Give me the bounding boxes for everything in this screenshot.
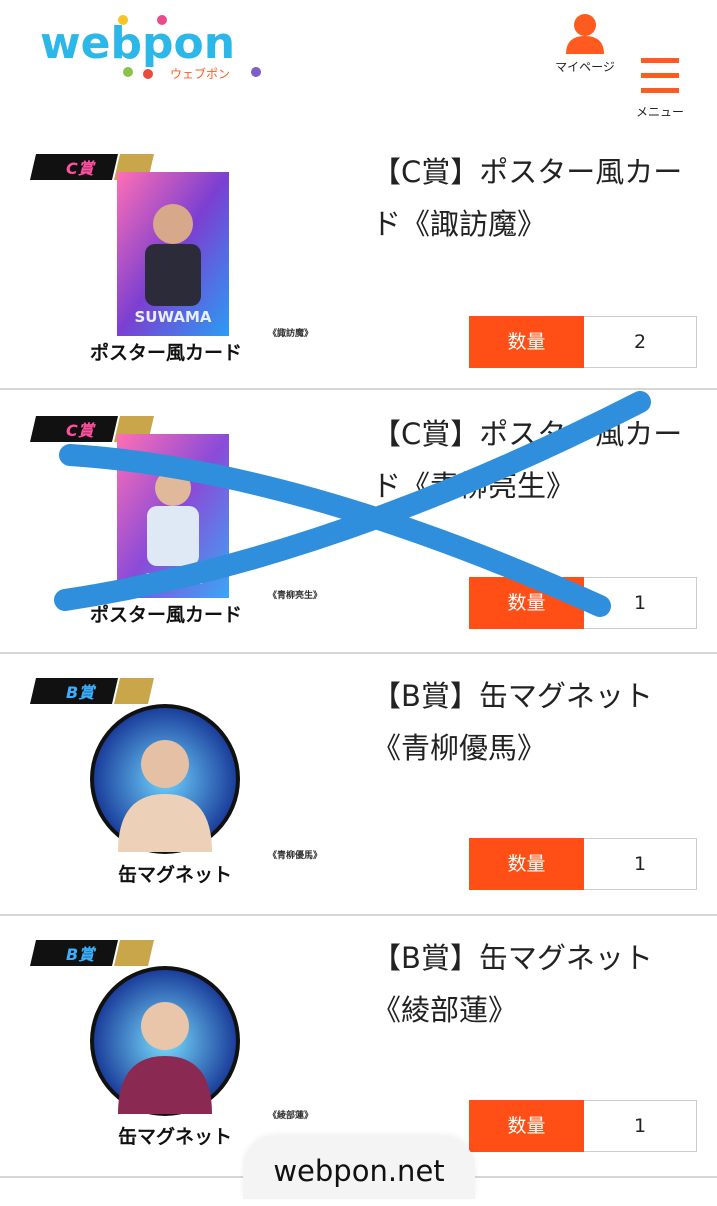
item-subcaption: 《綾部蓮》: [268, 1111, 314, 1121]
quantity-control: 数量 1: [469, 838, 698, 890]
item-subcaption: 《青柳優馬》: [268, 851, 323, 861]
hamburger-icon: [630, 58, 690, 93]
quantity-control: 数量 1: [469, 1100, 698, 1152]
quantity-label: 数量: [469, 838, 584, 890]
item-caption: 缶マグネット: [118, 1126, 233, 1148]
svg-text:SUWAMA: SUWAMA: [135, 308, 212, 326]
person-icon: [566, 14, 604, 54]
menu-label: メニュー: [635, 105, 684, 119]
item-title[interactable]: 【C賞】ポスター風カード《諏訪魔》: [372, 146, 702, 250]
quantity-input[interactable]: 1: [584, 1100, 697, 1152]
cart-item: C賞 SUWAMA ポスター風カード 《諏訪魔》 【C賞】ポスター風カード《諏訪…: [0, 126, 717, 390]
item-caption: ポスター風カード: [90, 604, 243, 626]
quantity-label: 数量: [469, 1100, 584, 1152]
browser-url-pill[interactable]: webpon.net: [243, 1136, 475, 1199]
item-caption: 缶マグネット: [118, 864, 233, 886]
mypage-label: マイページ: [555, 60, 615, 74]
site-header: webpon ウェブポン マイページ メニュー: [0, 0, 717, 140]
quantity-input[interactable]: 1: [584, 577, 697, 629]
item-subcaption: 《諏訪魔》: [268, 329, 314, 339]
item-title[interactable]: 【B賞】缶マグネット《綾部蓮》: [372, 932, 702, 1036]
svg-text:C賞: C賞: [66, 421, 97, 440]
svg-text:ATSUKI: ATSUKI: [143, 570, 204, 588]
quantity-input[interactable]: 2: [584, 316, 697, 368]
item-thumbnail: [90, 966, 240, 1116]
svg-text:B賞: B賞: [66, 945, 97, 964]
svg-text:ウェブポン: ウェブポン: [170, 66, 230, 81]
item-title[interactable]: 【B賞】缶マグネット《青柳優馬》: [372, 670, 702, 774]
quantity-control: 数量 1: [469, 577, 698, 629]
item-subcaption: 《青柳亮生》: [268, 591, 323, 601]
svg-text:B賞: B賞: [66, 683, 97, 702]
svg-text:C賞: C賞: [66, 159, 97, 178]
quantity-control: 数量 2: [469, 316, 698, 368]
svg-text:webpon: webpon: [40, 18, 235, 69]
webpon-logo[interactable]: webpon ウェブポン: [38, 14, 268, 84]
item-caption: ポスター風カード: [90, 342, 243, 364]
quantity-input[interactable]: 1: [584, 838, 697, 890]
quantity-label: 数量: [469, 577, 584, 629]
mypage-link[interactable]: マイページ: [545, 12, 625, 75]
item-thumbnail: ATSUKI: [117, 434, 229, 598]
item-thumbnail: SUWAMA: [117, 172, 229, 336]
menu-button[interactable]: メニュー: [630, 58, 690, 120]
item-title[interactable]: 【C賞】ポスター風カード《青柳亮生》: [372, 408, 702, 512]
quantity-label: 数量: [469, 316, 584, 368]
cart-item: C賞 ATSUKI ポスター風カード 《青柳亮生》 【C賞】ポスター風カード《青…: [0, 390, 717, 654]
item-thumbnail: [90, 704, 240, 854]
cart-item: B賞 缶マグネット 《青柳優馬》 【B賞】缶マグネット《青柳優馬》 数量 1: [0, 652, 717, 916]
